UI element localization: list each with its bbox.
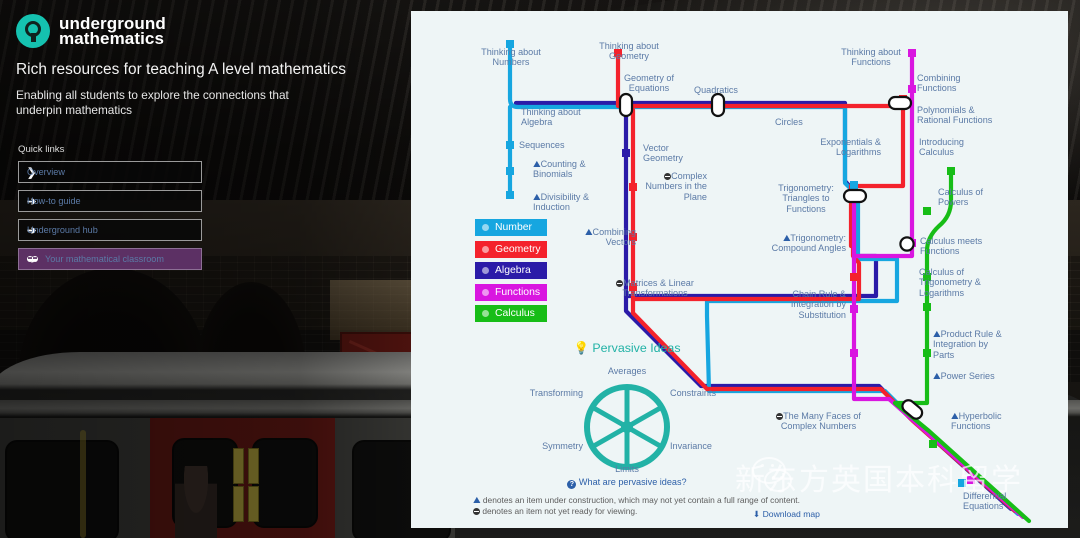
legend-label: Algebra <box>495 265 531 276</box>
station-label-complex-plane[interactable]: Complex Numbers in the Plane <box>581 171 707 202</box>
pervasive-label-limits[interactable]: Limits <box>577 464 677 474</box>
legend-label: Functions <box>495 286 541 298</box>
station-label-counting-binomials[interactable]: ⛰Counting & Binomials <box>533 159 586 180</box>
footnote-not-ready: denotes an item not yet ready for viewin… <box>473 506 800 517</box>
quick-link-how-to-guide[interactable]: How-to guide ➔ <box>18 190 202 212</box>
page-title: Rich resources for teaching A level math… <box>16 61 346 78</box>
station-label-combining-functions[interactable]: Combining Functions <box>917 73 960 94</box>
download-icon: ⬇ <box>753 509 761 519</box>
pervasive-label-transforming[interactable]: Transforming <box>505 388 583 398</box>
station-label-trig-compound[interactable]: ⛰Trigonometry: Compound Angles <box>736 233 846 254</box>
legend-chip-algebra[interactable]: Algebra <box>475 262 547 279</box>
quick-link-underground-hub[interactable]: Underground hub ➔ <box>18 219 202 241</box>
legend-label: Geometry <box>495 243 541 255</box>
legend-chip-functions[interactable]: Functions <box>475 283 547 301</box>
pervasive-label-symmetry[interactable]: Symmetry <box>521 441 583 451</box>
station-label-vector-geometry[interactable]: Vector Geometry <box>643 143 683 164</box>
legend-dot-icon <box>482 224 489 231</box>
footnote-under-construction: ⛰ denotes an item under construction, wh… <box>473 495 800 505</box>
under-construction-icon: ⛰ <box>951 411 959 421</box>
under-construction-icon: ⛰ <box>933 371 941 381</box>
station-label-polynomials[interactable]: Polynomials & Rational Functions <box>917 105 992 126</box>
station-label-quadratics[interactable]: Quadratics <box>694 85 738 95</box>
legend-dot-icon <box>482 267 489 274</box>
station-label-calculus-meets-functions[interactable]: Calculus meets Functions <box>920 236 982 257</box>
station-label-calculus-trig-logs[interactable]: Calculus of Trigonometry & Logarithms <box>919 267 981 298</box>
station-label-thinking-functions[interactable]: Thinking about Functions <box>811 47 931 68</box>
site-logo[interactable]: underground mathematics <box>16 14 396 48</box>
quick-links-label: Quick links <box>18 144 65 155</box>
map-legend: Number Geometry Algebra Functions Calcul… <box>475 219 547 327</box>
underground-map[interactable]: Thinking about Numbers Thinking about Ge… <box>411 11 1068 528</box>
station-label-exponentials-logs[interactable]: Exponentials & Logarithms <box>795 137 881 158</box>
what-are-pervasive-ideas-link[interactable]: ? What are pervasive ideas? <box>527 477 727 489</box>
page-subtitle: Enabling all students to explore the con… <box>16 88 289 117</box>
classroom-icon <box>27 254 40 264</box>
under-construction-icon: ⛰ <box>782 233 791 243</box>
quick-link-your-mathematical-classroom[interactable]: Your mathematical classroom ➔ <box>18 248 202 270</box>
station-label-matrices[interactable]: Matrices & Linear Transformations <box>585 278 725 299</box>
download-map-link[interactable]: ⬇ Download map <box>753 509 820 520</box>
quick-link-overview[interactable]: Overview ❯ <box>18 161 202 183</box>
station-label-trig-triangles[interactable]: Trigonometry: Triangles to Functions <box>766 183 846 214</box>
station-label-differential-equations[interactable]: Differential Equations <box>963 491 1006 512</box>
quick-link-label: How-to guide <box>27 195 81 206</box>
pervasive-label-constraints[interactable]: Constraints <box>670 388 716 398</box>
brand-wordmark: underground mathematics <box>59 15 166 48</box>
legend-dot-icon <box>482 245 489 253</box>
station-label-introducing-calculus[interactable]: Introducing Calculus <box>919 137 964 158</box>
quick-link-label: Underground hub <box>27 224 98 235</box>
pervasive-ideas-section: 💡 Pervasive Ideas Averages Constraints I… <box>527 341 727 493</box>
station-label-hyperbolic[interactable]: ⛰Hyperbolic Functions <box>951 411 1002 432</box>
under-construction-icon: ⛰ <box>473 495 481 505</box>
legend-chip-number[interactable]: Number <box>475 219 547 236</box>
legend-label: Calculus <box>495 308 535 319</box>
legend-dot-icon <box>482 288 489 296</box>
not-ready-icon <box>473 508 480 515</box>
station-label-product-rule[interactable]: ⛰Product Rule & Integration by Parts <box>933 329 1002 360</box>
legend-chip-geometry[interactable]: Geometry <box>475 240 547 258</box>
under-construction-icon: ⛰ <box>933 329 941 339</box>
quick-links-list: Overview ❯ How-to guide ➔ Underground hu… <box>18 161 396 270</box>
pervasive-label-averages[interactable]: Averages <box>577 366 677 376</box>
pervasive-label-invariance[interactable]: Invariance <box>670 441 712 451</box>
under-construction-icon: ⛰ <box>533 159 541 169</box>
legend-dot-icon <box>482 310 489 317</box>
station-label-sequences[interactable]: Sequences <box>519 140 565 150</box>
brand-line-2: mathematics <box>59 29 165 48</box>
station-label-chain-rule[interactable]: Chain Rule & Integration by Substitution <box>741 289 846 320</box>
station-label-power-series[interactable]: ⛰Power Series <box>933 371 995 381</box>
quick-link-label: Overview <box>27 166 65 177</box>
station-label-thinking-algebra[interactable]: Thinking about Algebra <box>521 107 581 128</box>
map-footnotes: ⛰ denotes an item under construction, wh… <box>473 495 800 517</box>
question-mark-icon: ? <box>567 480 577 489</box>
station-label-circles[interactable]: Circles <box>775 117 803 127</box>
station-label-thinking-geometry[interactable]: Thinking about Geometry <box>559 41 699 62</box>
station-label-many-faces-complex[interactable]: The Many Faces of Complex Numbers <box>741 411 896 432</box>
omega-circle-logo-icon <box>16 14 50 48</box>
station-label-calculus-powers[interactable]: Calculus of Powers <box>938 187 983 208</box>
under-construction-icon: ⛰ <box>533 192 541 202</box>
quick-link-label: Your mathematical classroom <box>45 253 164 264</box>
hero-panel: underground mathematics Rich resources f… <box>0 0 410 538</box>
station-label-geometry-equations[interactable]: Geometry of Equations <box>589 73 709 94</box>
legend-chip-calculus[interactable]: Calculus <box>475 305 547 322</box>
under-construction-icon: ⛰ <box>584 227 593 237</box>
legend-label: Number <box>495 222 532 233</box>
page-root: underground mathematics Rich resources f… <box>0 0 1080 538</box>
